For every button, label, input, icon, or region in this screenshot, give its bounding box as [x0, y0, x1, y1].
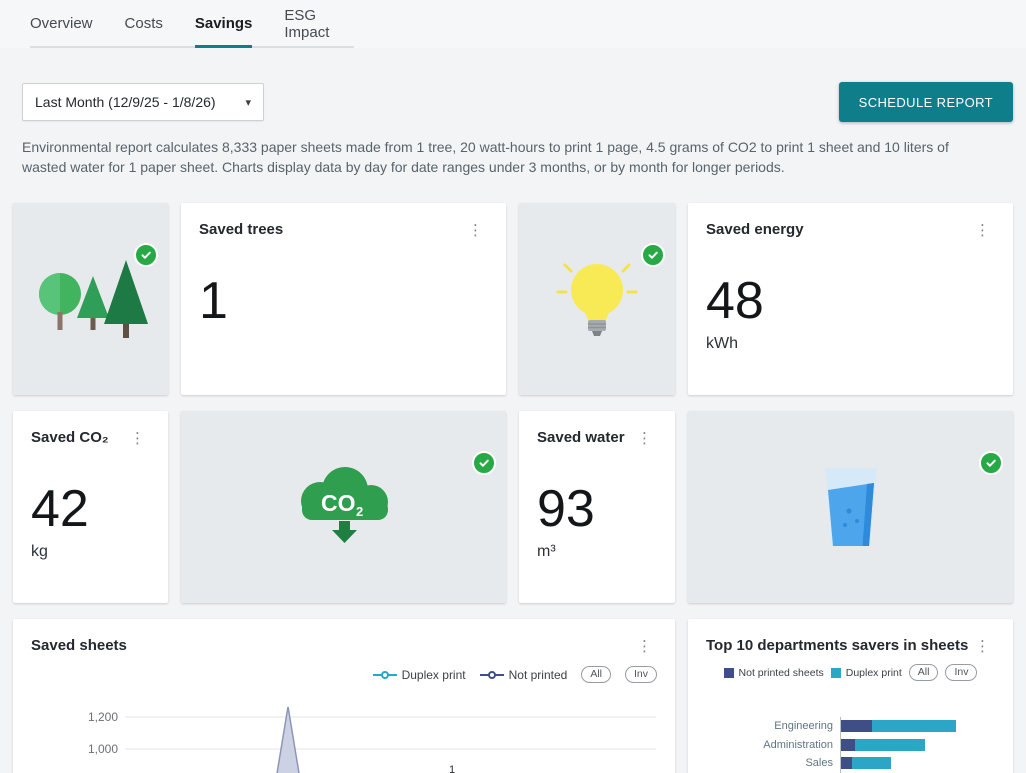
cards-grid: Saved trees ⋮ 1 — [13, 203, 1013, 773]
dept-bar-row: Sales — [692, 754, 1003, 773]
check-badge — [134, 243, 158, 267]
saved-co2-illustration-card: CO 2 — [181, 411, 506, 603]
check-icon — [477, 456, 491, 470]
water-glass-icon — [819, 466, 883, 548]
toggle-all[interactable]: All — [909, 664, 939, 681]
toggle-all[interactable]: All — [581, 666, 611, 683]
bar-segment-not-printed-sheets — [841, 720, 872, 732]
tab-overview[interactable]: Overview — [30, 0, 93, 48]
chevron-down-icon: ▾ — [245, 96, 251, 109]
toggle-inv[interactable]: Inv — [945, 664, 977, 681]
dept-bar-track — [840, 717, 1003, 736]
saved-water-illustration-card — [688, 411, 1013, 603]
check-badge — [472, 451, 496, 475]
saved-co2-unit: kg — [31, 543, 150, 561]
check-badge — [979, 451, 1003, 475]
saved-sheets-chart: 1,200 1,000 1 — [31, 707, 656, 773]
kebab-menu-icon[interactable]: ⋮ — [632, 429, 657, 448]
dept-label: Sales — [692, 757, 840, 769]
legend-label: Duplex print — [402, 668, 466, 682]
card-title: Saved sheets — [31, 637, 127, 654]
kebab-menu-icon[interactable]: ⋮ — [970, 637, 995, 656]
date-range-value: Last Month (12/9/25 - 1/8/26) — [35, 94, 216, 110]
controls-row: Last Month (12/9/25 - 1/8/26) ▾ SCHEDULE… — [22, 82, 1013, 122]
saved-energy-illustration-card — [519, 203, 675, 395]
bar-segment-duplex-print — [855, 739, 925, 751]
saved-trees-value: 1 — [199, 274, 488, 329]
tab-savings[interactable]: Savings — [195, 0, 253, 48]
card-title: Saved energy — [706, 221, 804, 238]
legend-label: Duplex print — [846, 667, 902, 679]
top-departments-legend: Not printed sheets Duplex print All Inv — [706, 664, 995, 681]
saved-co2-card: Saved CO₂ ⋮ 42 kg — [13, 411, 168, 603]
top-departments-chart-card: Top 10 departments savers in sheets ⋮ No… — [688, 619, 1013, 773]
bar-segment-not-printed-sheets — [841, 739, 855, 751]
saved-trees-card: Saved trees ⋮ 1 — [181, 203, 506, 395]
svg-text:2: 2 — [356, 504, 363, 519]
svg-text:1,200: 1,200 — [88, 710, 118, 724]
saved-water-card: Saved water ⋮ 93 m³ — [519, 411, 675, 603]
dept-label: Administration — [692, 739, 840, 751]
dept-bar-track — [840, 754, 1003, 773]
legend-label: Not printed — [509, 668, 568, 682]
saved-energy-unit: kWh — [706, 335, 995, 353]
saved-sheets-legend: Duplex print Not printed All Inv — [31, 666, 657, 683]
dept-bar-track — [840, 736, 1003, 755]
legend-item-duplex-print[interactable]: Duplex print — [831, 667, 902, 679]
tabs-strip: Overview Costs Savings ESG Impact — [30, 0, 354, 48]
savings-dashboard: Overview Costs Savings ESG Impact Last M… — [0, 0, 1026, 773]
tab-costs[interactable]: Costs — [125, 0, 163, 48]
check-icon — [139, 248, 153, 262]
svg-text:1,000: 1,000 — [88, 742, 118, 756]
line-marker-icon — [373, 670, 397, 680]
line-marker-icon — [480, 670, 504, 680]
saved-trees-illustration-card — [13, 203, 168, 395]
saved-sheets-plot: 1,200 1,000 1 — [31, 707, 656, 773]
lightbulb-icon — [552, 252, 642, 347]
square-marker-icon — [724, 668, 734, 678]
square-marker-icon — [831, 668, 841, 678]
saved-water-value: 93 — [537, 482, 657, 537]
dept-label: Engineering — [692, 720, 840, 732]
bar-segment-duplex-print — [852, 757, 891, 769]
saved-water-unit: m³ — [537, 543, 657, 561]
top-departments-plot: Engineering Administration Sales — [692, 717, 1003, 773]
trees-icon — [33, 254, 149, 344]
saved-sheets-chart-card: Saved sheets ⋮ Duplex print Not printed … — [13, 619, 675, 773]
toggle-inv[interactable]: Inv — [625, 666, 657, 683]
co2-cloud-icon: CO 2 — [288, 463, 400, 551]
dept-bar-row: Administration — [692, 736, 1003, 755]
dept-bar-row: Engineering — [692, 717, 1003, 736]
svg-text:CO: CO — [321, 490, 356, 516]
card-title: Saved CO₂ — [31, 429, 109, 446]
saved-energy-value: 48 — [706, 274, 995, 329]
check-icon — [984, 456, 998, 470]
kebab-menu-icon[interactable]: ⋮ — [632, 637, 657, 656]
svg-text:1: 1 — [449, 764, 455, 773]
kebab-menu-icon[interactable]: ⋮ — [125, 429, 150, 448]
kebab-menu-icon[interactable]: ⋮ — [463, 221, 488, 240]
bar-segment-not-printed-sheets — [841, 757, 852, 769]
card-title: Saved trees — [199, 221, 283, 238]
legend-label: Not printed sheets — [739, 667, 824, 679]
schedule-report-button[interactable]: SCHEDULE REPORT — [839, 82, 1013, 122]
saved-energy-card: Saved energy ⋮ 48 kWh — [688, 203, 1013, 395]
saved-co2-value: 42 — [31, 482, 150, 537]
card-title: Saved water — [537, 429, 625, 446]
legend-item-duplex-print[interactable]: Duplex print — [373, 668, 466, 682]
legend-item-not-printed[interactable]: Not printed — [480, 668, 568, 682]
tab-bar: Overview Costs Savings ESG Impact — [0, 0, 1026, 48]
kebab-menu-icon[interactable]: ⋮ — [970, 221, 995, 240]
tab-esg-impact[interactable]: ESG Impact — [284, 0, 354, 48]
check-icon — [646, 248, 660, 262]
check-badge — [641, 243, 665, 267]
legend-item-not-printed-sheets[interactable]: Not printed sheets — [724, 667, 824, 679]
bar-segment-duplex-print — [872, 720, 956, 732]
card-title: Top 10 departments savers in sheets — [706, 637, 968, 654]
report-description: Environmental report calculates 8,333 pa… — [22, 137, 997, 177]
date-range-select[interactable]: Last Month (12/9/25 - 1/8/26) ▾ — [22, 83, 264, 121]
